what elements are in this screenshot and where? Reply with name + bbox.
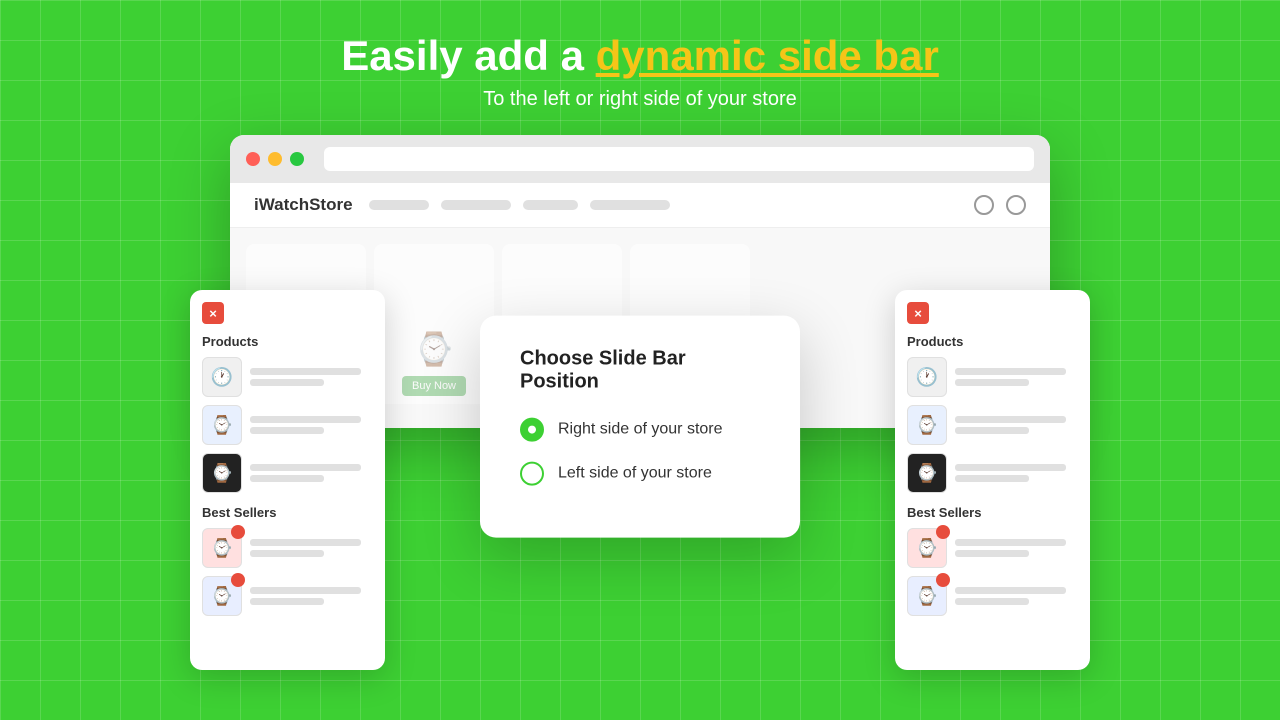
right-product-item-3: ⌚	[907, 453, 1078, 493]
right-bestseller-thumb-1: ⌚	[907, 528, 947, 568]
line	[250, 368, 361, 375]
left-panel-products-title: Products	[202, 334, 373, 349]
minimize-dot[interactable]	[268, 152, 282, 166]
left-bestseller-item-1: ⌚	[202, 528, 373, 568]
search-icon[interactable]	[974, 195, 994, 215]
nav-icons	[974, 195, 1026, 215]
right-bestseller-lines-2	[955, 587, 1078, 605]
left-panel-close-button[interactable]: ×	[202, 302, 224, 324]
address-bar[interactable]	[324, 147, 1034, 171]
line	[250, 416, 361, 423]
badge-red-icon	[231, 573, 245, 587]
left-product-thumb-1: 🕐	[202, 357, 242, 397]
nav-link-1	[369, 200, 429, 210]
nav-links	[369, 200, 958, 210]
radio-right-label: Right side of your store	[558, 421, 723, 439]
line	[955, 475, 1029, 482]
right-product-thumb-3: ⌚	[907, 453, 947, 493]
line	[955, 464, 1066, 471]
badge-red-icon	[936, 573, 950, 587]
headline-highlight: dynamic side bar	[596, 32, 939, 79]
right-panel-products-title: Products	[907, 334, 1078, 349]
right-bestseller-lines-1	[955, 539, 1078, 557]
line	[250, 464, 361, 471]
right-product-thumb-1: 🕐	[907, 357, 947, 397]
line	[250, 587, 361, 594]
maximize-dot[interactable]	[290, 152, 304, 166]
left-bestseller-lines-1	[250, 539, 373, 557]
radio-left-label: Left side of your store	[558, 465, 712, 483]
nav-link-3	[523, 200, 578, 210]
left-sidebar-panel: × Products 🕐 ⌚ ⌚ Best Sellers ⌚ ⌚	[190, 290, 385, 670]
modal-overlay: Choose Slide Bar Position Right side of …	[480, 316, 800, 538]
left-panel-bestsellers-title: Best Sellers	[202, 505, 373, 520]
radio-option-right[interactable]: Right side of your store	[520, 418, 760, 442]
left-product-thumb-2: ⌚	[202, 405, 242, 445]
right-bestseller-item-2: ⌚	[907, 576, 1078, 616]
modal-title: Choose Slide Bar Position	[520, 348, 760, 394]
right-bestseller-item-1: ⌚	[907, 528, 1078, 568]
left-product-lines-3	[250, 464, 373, 482]
left-product-thumb-3: ⌚	[202, 453, 242, 493]
left-bestseller-item-2: ⌚	[202, 576, 373, 616]
line	[250, 427, 324, 434]
right-product-lines-1	[955, 368, 1078, 386]
line	[955, 539, 1066, 546]
radio-option-left[interactable]: Left side of your store	[520, 462, 760, 486]
right-product-lines-3	[955, 464, 1078, 482]
right-sidebar-panel: × Products 🕐 ⌚ ⌚ Best Sellers ⌚ ⌚	[895, 290, 1090, 670]
line	[250, 598, 324, 605]
badge-red-icon	[936, 525, 950, 539]
left-bestseller-thumb-1: ⌚	[202, 528, 242, 568]
close-dot[interactable]	[246, 152, 260, 166]
line	[955, 368, 1066, 375]
right-product-item-2: ⌚	[907, 405, 1078, 445]
right-panel-close-button[interactable]: ×	[907, 302, 929, 324]
left-product-lines-1	[250, 368, 373, 386]
left-product-item-1: 🕐	[202, 357, 373, 397]
store-navbar: iWatchStore	[230, 183, 1050, 228]
radio-left-icon[interactable]	[520, 462, 544, 486]
subheadline: To the left or right side of your store	[483, 88, 797, 111]
line	[250, 550, 324, 557]
line	[955, 379, 1029, 386]
left-product-lines-2	[250, 416, 373, 434]
store-logo: iWatchStore	[254, 195, 353, 215]
line	[955, 598, 1029, 605]
left-product-item-3: ⌚	[202, 453, 373, 493]
left-bestseller-lines-2	[250, 587, 373, 605]
nav-link-4	[590, 200, 670, 210]
right-product-item-1: 🕐	[907, 357, 1078, 397]
line	[250, 475, 324, 482]
cart-icon[interactable]	[1006, 195, 1026, 215]
line	[955, 550, 1029, 557]
left-bestseller-thumb-2: ⌚	[202, 576, 242, 616]
headline: Easily add a dynamic side bar	[341, 32, 939, 80]
right-bestseller-thumb-2: ⌚	[907, 576, 947, 616]
line	[955, 416, 1066, 423]
radio-right-selected-icon[interactable]	[520, 418, 544, 442]
headline-start: Easily add a	[341, 32, 595, 79]
badge-red-icon	[231, 525, 245, 539]
right-product-lines-2	[955, 416, 1078, 434]
right-panel-bestsellers-title: Best Sellers	[907, 505, 1078, 520]
line	[955, 427, 1029, 434]
line	[955, 587, 1066, 594]
nav-link-2	[441, 200, 511, 210]
slide-bar-position-modal: Choose Slide Bar Position Right side of …	[480, 316, 800, 538]
browser-titlebar	[230, 135, 1050, 183]
left-product-item-2: ⌚	[202, 405, 373, 445]
line	[250, 539, 361, 546]
line	[250, 379, 324, 386]
right-product-thumb-2: ⌚	[907, 405, 947, 445]
